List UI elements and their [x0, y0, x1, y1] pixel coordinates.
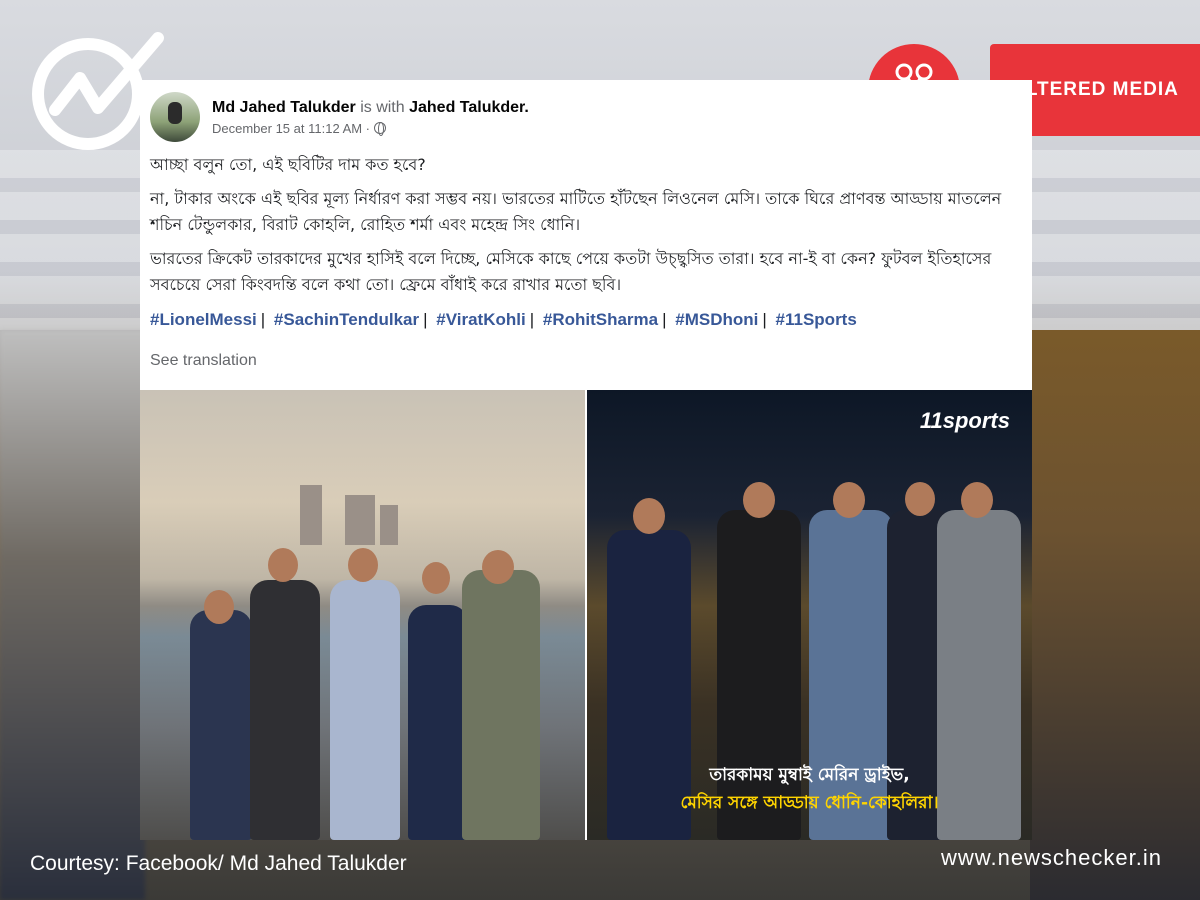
courtesy-text: Courtesy: Facebook/ Md Jahed Talukder [30, 852, 407, 875]
post-photo-left[interactable] [140, 390, 585, 840]
hashtag-link[interactable]: #RohitSharma [543, 310, 658, 329]
person-head [633, 498, 665, 534]
photo-caption-line1: তারকাময় মুম্বাই মেরিন ড্রাইভ, [709, 765, 910, 785]
hashtag-link[interactable]: #MSDhoni [675, 310, 758, 329]
post-header: Md Jahed Talukder is with Jahed Talukder… [150, 92, 529, 142]
person [408, 605, 468, 840]
person-head [348, 548, 378, 582]
person-head [482, 550, 514, 584]
hashtag-link[interactable]: #ViratKohli [436, 310, 525, 329]
tagged-name[interactable]: Jahed Talukder. [409, 99, 529, 116]
person [250, 580, 320, 840]
building [300, 485, 322, 545]
person-head [833, 482, 865, 518]
post-text: আচ্ছা বলুন তো, এই ছবিটির দাম কত হবে? না,… [150, 152, 1020, 306]
hashtag-link[interactable]: #SachinTendulkar [274, 310, 419, 329]
author-name[interactable]: Md Jahed Talukder [212, 99, 356, 116]
post-photo-right[interactable]: 11sports তারকাময় মুম্বাই মেরিন ড্রাইভ, … [587, 390, 1032, 840]
hashtag-link[interactable]: #LionelMessi [150, 310, 257, 329]
hashtags: #LionelMessi | #SachinTendulkar | #ViratKo… [150, 310, 857, 330]
separator: | [762, 310, 767, 329]
person [462, 570, 540, 840]
globe-icon [374, 122, 387, 136]
separator: | [662, 310, 667, 329]
person-head [743, 482, 775, 518]
see-translation-link[interactable]: See translation [150, 352, 257, 370]
site-url: www.newschecker.in [941, 845, 1162, 870]
person-head [422, 562, 450, 594]
building [380, 505, 398, 545]
with-text: is with [360, 98, 405, 116]
person-head [961, 482, 993, 518]
avatar[interactable] [150, 92, 200, 142]
separator: | [260, 310, 266, 329]
blurred-background-right [1030, 330, 1200, 900]
separator: | [529, 310, 535, 329]
post-paragraph: না, টাকার অংকে এই ছবির মূল্য নির্ধারণ কর… [150, 189, 1002, 234]
author-line: Md Jahed Talukder is with Jahed Talukder… [212, 99, 529, 117]
timestamp[interactable]: December 15 at 11:12 AM · [212, 121, 370, 136]
timestamp-line: December 15 at 11:12 AM · [212, 121, 529, 136]
11sports-logo: 11sports [919, 408, 1010, 433]
person-head [905, 482, 935, 516]
facebook-post: Md Jahed Talukder is with Jahed Talukder… [140, 80, 1032, 840]
person-head [268, 548, 298, 582]
building [345, 495, 375, 545]
photo-caption-line2: মেসির সঙ্গে আড্ডায় ধোনি-কোহলিরা। [680, 793, 939, 813]
post-paragraph: আচ্ছা বলুন তো, এই ছবিটির দাম কত হবে? [150, 155, 426, 174]
post-paragraph: ভারতের ক্রিকেট তারকাদের মুখের হাসিই বলে … [150, 249, 992, 294]
post-meta: Md Jahed Talukder is with Jahed Talukder… [212, 99, 529, 136]
hashtag-link[interactable]: #11Sports [776, 310, 857, 329]
person [190, 610, 252, 840]
person [330, 580, 400, 840]
person-head [204, 590, 234, 624]
blurred-background-left [0, 330, 145, 900]
separator: | [423, 310, 428, 329]
